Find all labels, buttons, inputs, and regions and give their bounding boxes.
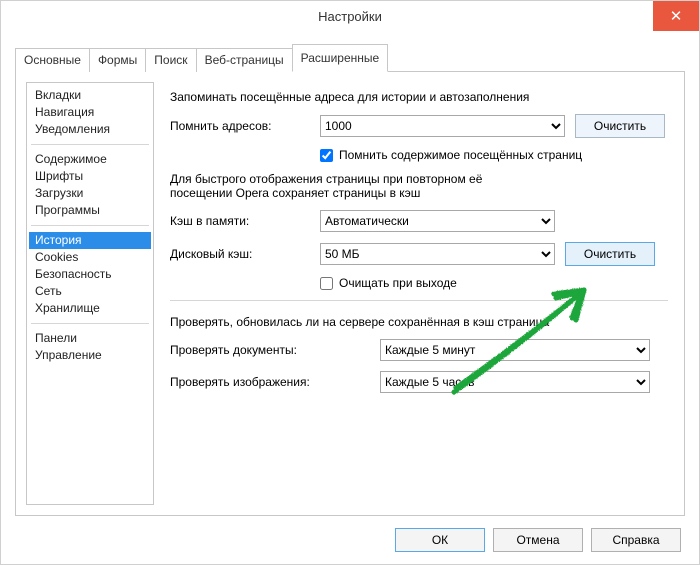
cancel-button[interactable]: Отмена bbox=[493, 528, 583, 552]
window-title: Настройки bbox=[1, 9, 699, 24]
sidebar-item-content[interactable]: Содержимое bbox=[29, 151, 151, 168]
ok-button[interactable]: ОК bbox=[395, 528, 485, 552]
sidebar-item-cookies[interactable]: Cookies bbox=[29, 249, 151, 266]
sidebar-separator bbox=[31, 225, 149, 226]
tab-panel: Вкладки Навигация Уведомления Содержимое… bbox=[15, 72, 685, 516]
disk-cache-clear-button[interactable]: Очистить bbox=[565, 242, 655, 266]
tab-search[interactable]: Поиск bbox=[145, 48, 196, 72]
check-docs-label: Проверять документы: bbox=[170, 343, 380, 357]
sidebar-item-downloads[interactable]: Загрузки bbox=[29, 185, 151, 202]
remember-content-checkbox[interactable]: Помнить содержимое посещённых страниц bbox=[320, 148, 582, 162]
tab-webpages[interactable]: Веб-страницы bbox=[196, 48, 293, 72]
remember-content-checkbox-label: Помнить содержимое посещённых страниц bbox=[339, 148, 582, 162]
titlebar: Настройки ✕ bbox=[1, 1, 699, 31]
sidebar-item-network[interactable]: Сеть bbox=[29, 283, 151, 300]
content-area: Основные Формы Поиск Веб-страницы Расшир… bbox=[1, 31, 699, 516]
sidebar: Вкладки Навигация Уведомления Содержимое… bbox=[26, 82, 154, 505]
check-images-label: Проверять изображения: bbox=[170, 375, 380, 389]
dialog-footer: ОК Отмена Справка bbox=[1, 516, 699, 564]
disk-cache-select[interactable]: 50 МБ bbox=[320, 243, 555, 265]
settings-window: Настройки ✕ Основные Формы Поиск Веб-стр… bbox=[0, 0, 700, 565]
sidebar-separator bbox=[31, 323, 149, 324]
sidebar-item-history[interactable]: История bbox=[29, 232, 151, 249]
revalidate-heading: Проверять, обновилась ли на сервере сохр… bbox=[170, 315, 668, 329]
clear-on-exit-checkbox-input[interactable] bbox=[320, 277, 333, 290]
help-button[interactable]: Справка bbox=[591, 528, 681, 552]
tab-forms[interactable]: Формы bbox=[89, 48, 146, 72]
close-icon: ✕ bbox=[670, 7, 683, 25]
separator bbox=[170, 300, 668, 301]
cache-description: Для быстрого отображения страницы при по… bbox=[170, 172, 668, 200]
sidebar-item-storage[interactable]: Хранилище bbox=[29, 300, 151, 317]
sidebar-item-programs[interactable]: Программы bbox=[29, 202, 151, 219]
sidebar-item-voice[interactable]: Управление bbox=[29, 347, 151, 364]
remember-addresses-label: Помнить адресов: bbox=[170, 119, 320, 133]
history-heading: Запоминать посещённые адреса для истории… bbox=[170, 90, 668, 104]
close-button[interactable]: ✕ bbox=[653, 1, 699, 31]
check-docs-select[interactable]: Каждые 5 минут bbox=[380, 339, 650, 361]
sidebar-item-notifications[interactable]: Уведомления bbox=[29, 121, 151, 138]
disk-cache-label: Дисковый кэш: bbox=[170, 247, 320, 261]
memory-cache-select[interactable]: Автоматически bbox=[320, 210, 555, 232]
remember-addresses-select[interactable]: 1000 bbox=[320, 115, 565, 137]
main-panel: Запоминать посещённые адреса для истории… bbox=[164, 82, 674, 505]
memory-cache-label: Кэш в памяти: bbox=[170, 214, 320, 228]
clear-on-exit-checkbox-label: Очищать при выходе bbox=[339, 276, 457, 290]
sidebar-separator bbox=[31, 144, 149, 145]
remember-content-checkbox-input[interactable] bbox=[320, 149, 333, 162]
tab-strip: Основные Формы Поиск Веб-страницы Расшир… bbox=[15, 43, 685, 72]
sidebar-item-tabs[interactable]: Вкладки bbox=[29, 87, 151, 104]
check-images-select[interactable]: Каждые 5 часов bbox=[380, 371, 650, 393]
history-clear-button[interactable]: Очистить bbox=[575, 114, 665, 138]
sidebar-item-security[interactable]: Безопасность bbox=[29, 266, 151, 283]
clear-on-exit-checkbox[interactable]: Очищать при выходе bbox=[320, 276, 457, 290]
sidebar-item-fonts[interactable]: Шрифты bbox=[29, 168, 151, 185]
tab-advanced[interactable]: Расширенные bbox=[292, 44, 389, 72]
tab-general[interactable]: Основные bbox=[15, 48, 90, 72]
sidebar-item-navigation[interactable]: Навигация bbox=[29, 104, 151, 121]
sidebar-item-panels[interactable]: Панели bbox=[29, 330, 151, 347]
